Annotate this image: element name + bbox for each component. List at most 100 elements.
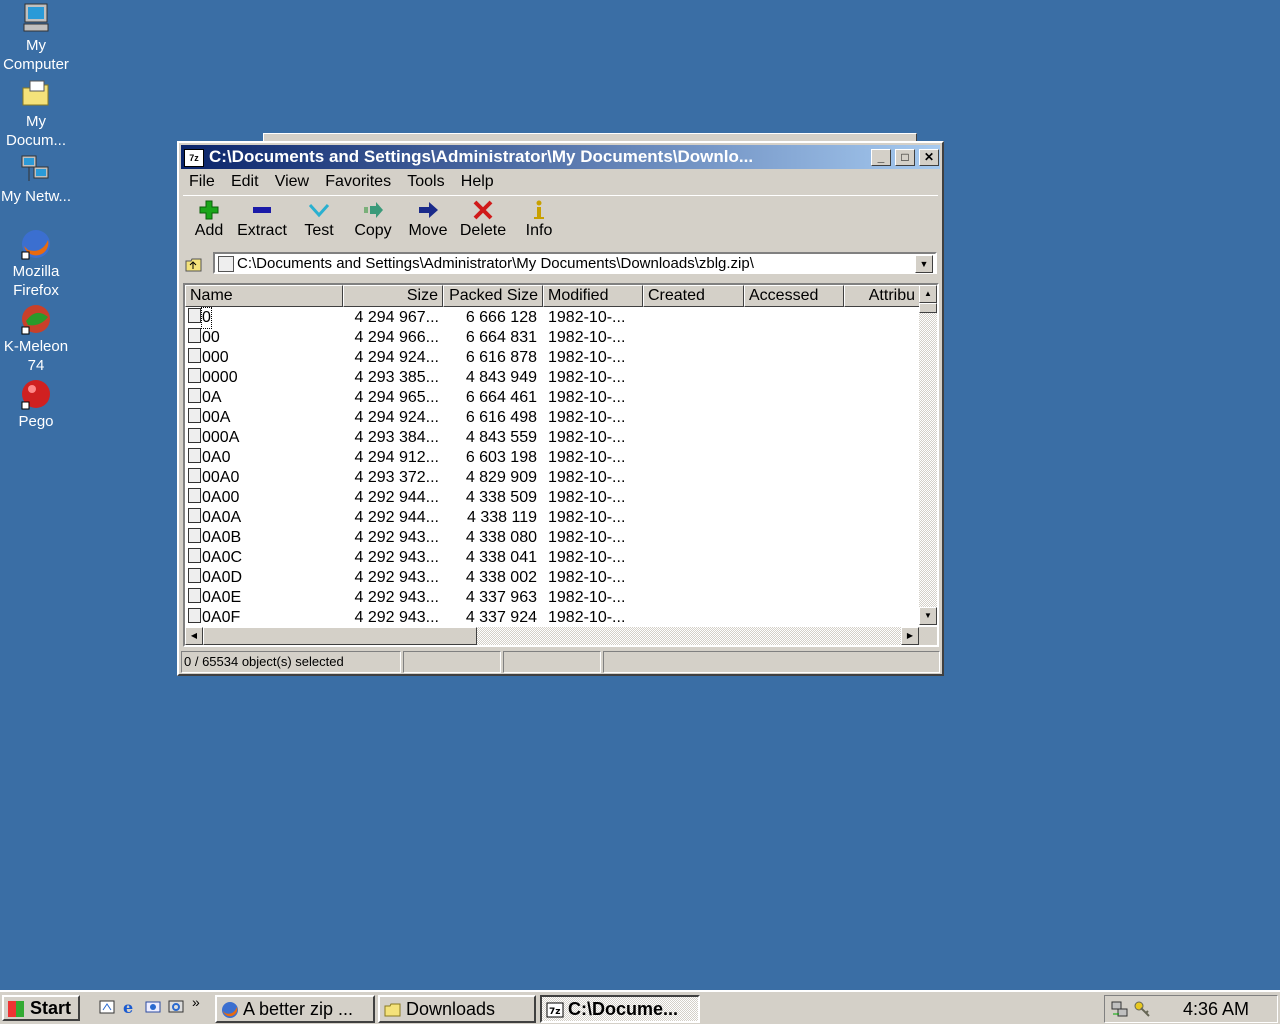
menu-edit[interactable]: Edit: [225, 171, 265, 193]
menu-help[interactable]: Help: [455, 171, 500, 193]
copy-button[interactable]: Copy: [347, 198, 399, 240]
vertical-scrollbar[interactable]: ▲ ▼: [919, 285, 937, 625]
quick-launch-more[interactable]: »: [192, 994, 200, 1010]
table-row[interactable]: 0A00 4 292 944... 4 338 509 1982-10-...: [185, 488, 919, 508]
file-size: 4 293 384...: [354, 429, 439, 446]
quick-launch-ie-icon[interactable]: e: [121, 998, 139, 1017]
file-size: 4 292 943...: [354, 569, 439, 586]
desktop-icon-my-network[interactable]: My Netw...: [0, 153, 72, 206]
menu-tools[interactable]: Tools: [401, 171, 450, 193]
menu-favorites[interactable]: Favorites: [319, 171, 397, 193]
file-icon: [188, 548, 201, 563]
column-header-accessed[interactable]: Accessed: [744, 285, 844, 307]
quick-launch-desktop-icon[interactable]: [98, 998, 116, 1016]
table-row[interactable]: 0 4 294 967... 6 666 128 1982-10-...: [185, 307, 919, 329]
table-row[interactable]: 0A0A 4 292 944... 4 338 119 1982-10-...: [185, 508, 919, 528]
table-row[interactable]: 0A0 4 294 912... 6 603 198 1982-10-...: [185, 448, 919, 468]
file-name: 0A: [202, 389, 222, 406]
key-tray-icon[interactable]: [1133, 1000, 1151, 1018]
column-header-packed-size[interactable]: Packed Size: [443, 285, 543, 307]
minimize-button[interactable]: _: [871, 149, 891, 166]
toolbar: Add Extract Test Copy Move Delete Info: [183, 195, 938, 244]
table-row[interactable]: 00A0 4 293 372... 4 829 909 1982-10-...: [185, 468, 919, 488]
quick-launch-search-icon[interactable]: [167, 998, 185, 1016]
column-header-size[interactable]: Size: [343, 285, 443, 307]
file-size: 4 294 924...: [354, 409, 439, 426]
table-row[interactable]: 0A0C 4 292 943... 4 338 041 1982-10-...: [185, 548, 919, 568]
file-name: 0A0D: [202, 569, 243, 586]
start-label: Start: [30, 998, 72, 1018]
check-icon: [293, 198, 345, 222]
table-row[interactable]: 00A 4 294 924... 6 616 498 1982-10-...: [185, 408, 919, 428]
task-seven-zip[interactable]: 7z C:\Docume...: [540, 995, 700, 1023]
network-tray-icon[interactable]: [1111, 1000, 1129, 1018]
file-size: 4 292 943...: [354, 549, 439, 566]
scroll-down-button[interactable]: ▼: [919, 607, 937, 625]
status-pane: [403, 651, 501, 673]
desktop-icon-my-documents[interactable]: My Docum...: [0, 78, 72, 150]
file-packed-size: 4 338 080: [465, 529, 537, 546]
k-meleon-icon: [20, 303, 52, 335]
table-row[interactable]: 000A 4 293 384... 4 843 559 1982-10-...: [185, 428, 919, 448]
menu-view[interactable]: View: [269, 171, 315, 193]
file-name: 0A0C: [202, 549, 243, 566]
table-row[interactable]: 00 4 294 966... 6 664 831 1982-10-...: [185, 328, 919, 348]
desktop-icon-my-computer[interactable]: My Computer: [0, 2, 72, 74]
address-dropdown-button[interactable]: ▼: [915, 255, 933, 273]
move-button[interactable]: Move: [402, 198, 454, 240]
scroll-thumb[interactable]: [919, 303, 937, 313]
table-row[interactable]: 0A0E 4 292 943... 4 337 963 1982-10-...: [185, 588, 919, 608]
address-combobox[interactable]: C:\Documents and Settings\Administrator\…: [213, 252, 937, 274]
address-path: C:\Documents and Settings\Administrator\…: [237, 255, 754, 272]
start-button[interactable]: Start: [2, 995, 80, 1021]
desktop-icon-k-meleon[interactable]: K-Meleon 74: [0, 303, 72, 375]
column-header-name[interactable]: Name: [185, 285, 343, 307]
arrow-up-icon: ▲: [924, 289, 932, 298]
table-row[interactable]: 0A0B 4 292 943... 4 338 080 1982-10-...: [185, 528, 919, 548]
task-downloads[interactable]: Downloads: [378, 995, 536, 1023]
file-modified: 1982-10-...: [548, 569, 626, 586]
delete-button[interactable]: Delete: [457, 198, 509, 240]
file-packed-size: 6 616 878: [465, 349, 537, 366]
task-firefox[interactable]: A better zip ...: [215, 995, 375, 1023]
horizontal-scroll-thumb[interactable]: [203, 627, 477, 645]
scroll-right-button[interactable]: ▶: [901, 627, 919, 645]
desktop-icon-pego[interactable]: Pego: [0, 378, 72, 431]
extract-button[interactable]: Extract: [236, 198, 288, 240]
file-size: 4 292 943...: [354, 589, 439, 606]
table-row[interactable]: 0A0D 4 292 943... 4 338 002 1982-10-...: [185, 568, 919, 588]
scroll-up-button[interactable]: ▲: [919, 285, 937, 303]
column-header-created[interactable]: Created: [643, 285, 744, 307]
add-label: Add: [194, 222, 224, 239]
table-row[interactable]: 0000 4 293 385... 4 843 949 1982-10-...: [185, 368, 919, 388]
file-name: 000: [202, 349, 229, 366]
horizontal-scrollbar[interactable]: ◀ ▶: [185, 627, 919, 645]
close-button[interactable]: ✕: [919, 149, 939, 166]
folder-up-button[interactable]: [183, 253, 205, 275]
column-header-attributes[interactable]: Attribu: [844, 285, 920, 307]
table-row[interactable]: 000 4 294 924... 6 616 878 1982-10-...: [185, 348, 919, 368]
clock[interactable]: 4:36 AM: [1183, 999, 1249, 1020]
test-button[interactable]: Test: [293, 198, 345, 240]
table-row[interactable]: 0A 4 294 965... 6 664 461 1982-10-...: [185, 388, 919, 408]
file-size: 4 292 943...: [354, 529, 439, 546]
column-header-modified[interactable]: Modified: [543, 285, 643, 307]
file-size: 4 293 372...: [354, 469, 439, 486]
title-bar[interactable]: 7z C:\Documents and Settings\Administrat…: [181, 145, 940, 169]
file-name: 0A00: [202, 489, 240, 506]
add-button[interactable]: Add: [183, 198, 235, 240]
file-list[interactable]: Name Size Packed Size Modified Created A…: [183, 283, 939, 647]
scroll-left-button[interactable]: ◀: [185, 627, 203, 645]
maximize-button[interactable]: □: [895, 149, 915, 166]
file-icon: [188, 328, 201, 343]
file-modified: 1982-10-...: [548, 489, 626, 506]
list-header: Name Size Packed Size Modified Created A…: [185, 285, 925, 307]
svg-text:7z: 7z: [549, 1007, 561, 1017]
file-icon: [188, 468, 201, 483]
quick-launch-outlook-icon[interactable]: [144, 998, 162, 1016]
task-label: A better zip ...: [243, 999, 354, 1019]
info-button[interactable]: Info: [513, 198, 565, 240]
menu-file[interactable]: File: [183, 171, 221, 193]
table-row[interactable]: 0A0F 4 292 943... 4 337 924 1982-10-...: [185, 608, 919, 628]
desktop-icon-firefox[interactable]: Mozilla Firefox: [0, 228, 72, 300]
